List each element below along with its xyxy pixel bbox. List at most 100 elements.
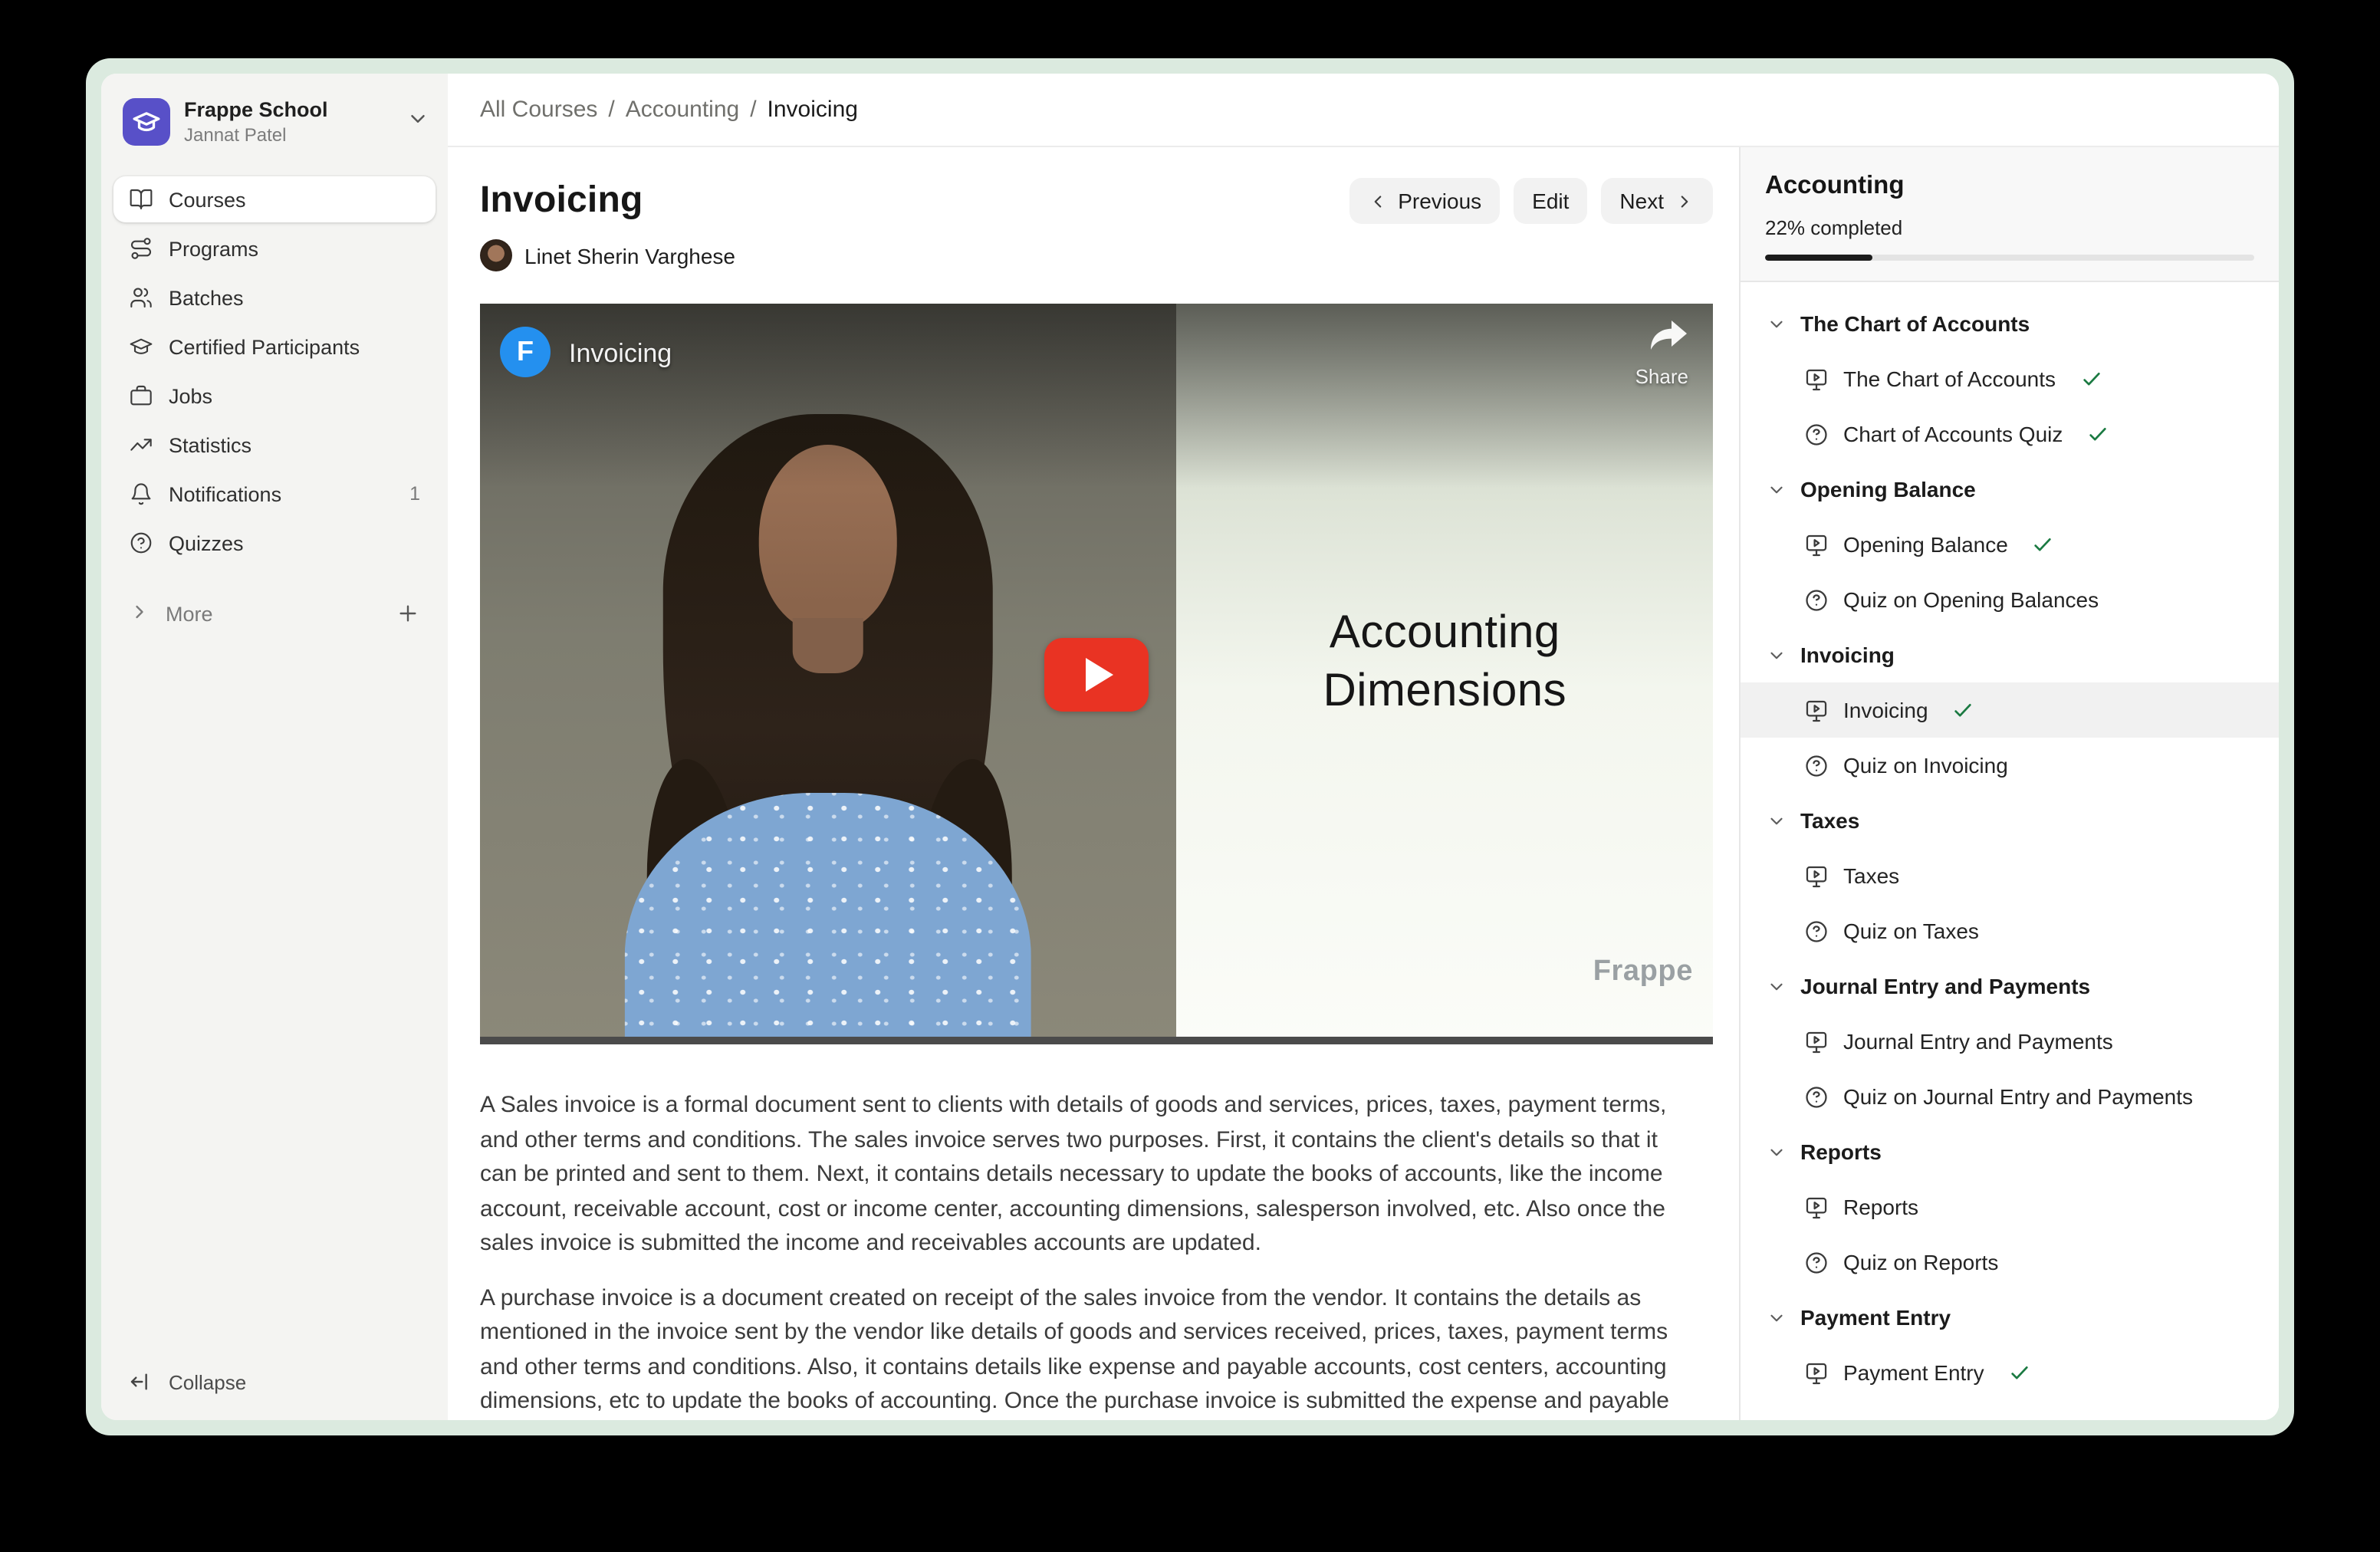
sidebar-item-statistics[interactable]: Statistics <box>113 422 436 468</box>
sidebar-item-label: Batches <box>169 286 244 309</box>
outline-section-title: Reports <box>1800 1139 1882 1164</box>
school-name: Frappe School <box>184 98 393 123</box>
outline-item-label: Payment Entry <box>1843 1360 1984 1385</box>
slide-title: Accounting Dimensions <box>1177 604 1713 721</box>
outline-section-opening-balance[interactable]: Opening Balance <box>1741 462 2279 517</box>
video-timeline[interactable] <box>480 1037 1713 1044</box>
lesson-content: Invoicing Previous Edit <box>448 147 1739 1420</box>
outline-section-invoicing[interactable]: Invoicing <box>1741 627 2279 682</box>
video-top-gradient <box>480 304 1713 488</box>
sidebar-item-label: Jobs <box>169 384 212 407</box>
sidebar-item-label: Notifications <box>169 482 281 505</box>
quiz-icon <box>1803 421 1829 447</box>
outline-item-invoicing[interactable]: Invoicing <box>1741 682 2279 738</box>
outline-item-label: Quiz on Invoicing <box>1843 753 2008 778</box>
video-share-button[interactable]: Share <box>1635 319 1688 388</box>
outline-item-taxes[interactable]: Taxes <box>1741 848 2279 903</box>
course-progress-fill <box>1765 255 1872 261</box>
author-row: Linet Sherin Varghese <box>480 239 1713 271</box>
sidebar-item-programs[interactable]: Programs <box>113 225 436 271</box>
notification-count-badge: 1 <box>409 483 420 505</box>
course-outline-list: The Chart of AccountsThe Chart of Accoun… <box>1741 282 2279 1420</box>
outline-section-reports[interactable]: Reports <box>1741 1124 2279 1179</box>
sidebar-item-batches[interactable]: Batches <box>113 275 436 321</box>
quiz-icon <box>1803 752 1829 778</box>
school-switcher[interactable]: Frappe School Jannat Patel <box>113 86 436 158</box>
chevron-down-icon <box>1767 479 1787 499</box>
outline-item-quiz-on-journal-entry-and-payments[interactable]: Quiz on Journal Entry and Payments <box>1741 1069 2279 1124</box>
outline-section-payment-entry[interactable]: Payment Entry <box>1741 1290 2279 1345</box>
quiz-icon <box>1803 587 1829 613</box>
chevron-down-icon <box>1767 1142 1787 1162</box>
bell-icon <box>129 482 153 506</box>
trending-up-icon <box>129 432 153 457</box>
sidebar-item-label: Quizzes <box>169 531 244 554</box>
outline-item-label: Journal Entry and Payments <box>1843 1029 2113 1054</box>
outline-item-quiz-on-opening-balances[interactable]: Quiz on Opening Balances <box>1741 572 2279 627</box>
video-overlay-title[interactable]: Invoicing <box>569 339 672 370</box>
breadcrumb: All Courses / Accounting / Invoicing <box>448 74 2279 147</box>
sidebar-nav: CoursesPrograms Batches Certified Particip… <box>113 176 436 566</box>
quiz-icon <box>1803 918 1829 944</box>
outline-section-the-chart-of-accounts[interactable]: The Chart of Accounts <box>1741 296 2279 351</box>
outline-item-reports[interactable]: Reports <box>1741 1179 2279 1235</box>
check-icon <box>2031 532 2056 557</box>
lesson-paragraph: A purchase invoice is a document created… <box>480 1281 1679 1419</box>
edit-label: Edit <box>1532 189 1569 213</box>
outline-item-opening-balance[interactable]: Opening Balance <box>1741 517 2279 572</box>
outline-item-label: Quiz on Reports <box>1843 1250 1998 1274</box>
video-channel-avatar[interactable]: F <box>500 327 551 377</box>
lesson-icon <box>1803 697 1829 723</box>
sidebar-item-jobs[interactable]: Jobs <box>113 373 436 419</box>
share-arrow-icon <box>1649 319 1688 353</box>
course-outline-sidebar: Accounting 22% completed The Chart of Ac… <box>1739 147 2279 1420</box>
outline-item-payment-entry[interactable]: Payment Entry <box>1741 1345 2279 1400</box>
collapse-label: Collapse <box>169 1370 246 1393</box>
video-player[interactable]: Accounting Dimensions Frappe F Invoicing <box>480 304 1713 1044</box>
course-outline-header: Accounting 22% completed <box>1741 147 2279 282</box>
chevron-left-icon <box>1367 191 1387 211</box>
sidebar-item-certified-participants[interactable]: Certified Participants <box>113 324 436 370</box>
outline-item-quiz-on-taxes[interactable]: Quiz on Taxes <box>1741 903 2279 958</box>
graduation-cap-icon <box>132 107 161 136</box>
outline-item-label: Quiz on Opening Balances <box>1843 587 2099 612</box>
sidebar-item-quizzes[interactable]: Quizzes <box>113 520 436 566</box>
author-name: Linet Sherin Varghese <box>524 243 735 268</box>
outline-section-title: Payment Entry <box>1800 1305 1951 1330</box>
breadcrumb-all-courses[interactable]: All Courses <box>480 97 597 123</box>
outline-section-title: Opening Balance <box>1800 477 1976 501</box>
play-icon <box>1086 657 1113 691</box>
collapse-sidebar-button[interactable]: Collapse <box>113 1356 436 1408</box>
outline-section-taxes[interactable]: Taxes <box>1741 793 2279 848</box>
next-button[interactable]: Next <box>1601 178 1713 224</box>
chevron-right-icon <box>129 600 150 626</box>
breadcrumb-separator: / <box>739 97 767 123</box>
app-window: Frappe School Jannat Patel CoursesProgra… <box>101 74 2279 1420</box>
lesson-nav-buttons: Previous Edit Next <box>1349 178 1713 224</box>
outline-item-the-chart-of-accounts[interactable]: The Chart of Accounts <box>1741 351 2279 406</box>
outline-item-chart-of-accounts-quiz[interactable]: Chart of Accounts Quiz <box>1741 406 2279 462</box>
lesson-body-text: A Sales invoice is a formal document sen… <box>480 1089 1679 1419</box>
frappe-watermark: Frappe <box>1593 955 1693 989</box>
check-icon <box>2086 422 2110 446</box>
play-button[interactable] <box>1044 637 1149 711</box>
edit-button[interactable]: Edit <box>1514 178 1587 224</box>
lesson-icon <box>1803 1028 1829 1054</box>
breadcrumb-course[interactable]: Accounting <box>626 97 739 123</box>
outline-section-title: Journal Entry and Payments <box>1800 974 2090 998</box>
outline-section-journal-entry-and-payments[interactable]: Journal Entry and Payments <box>1741 958 2279 1014</box>
lesson-icon <box>1803 366 1829 392</box>
outline-item-journal-entry-and-payments[interactable]: Journal Entry and Payments <box>1741 1014 2279 1069</box>
sidebar-item-notifications[interactable]: Notifications 1 <box>113 471 436 517</box>
sidebar-item-courses[interactable]: Courses <box>113 176 436 222</box>
previous-button[interactable]: Previous <box>1349 178 1500 224</box>
lesson-icon <box>1803 863 1829 889</box>
plus-icon[interactable] <box>396 601 420 626</box>
sidebar-item-more[interactable]: More <box>113 590 436 636</box>
chevron-down-icon <box>406 107 429 137</box>
outline-item-quiz-on-invoicing[interactable]: Quiz on Invoicing <box>1741 738 2279 793</box>
breadcrumb-separator: / <box>597 97 625 123</box>
next-label: Next <box>1619 189 1664 213</box>
outline-item-quiz-on-reports[interactable]: Quiz on Reports <box>1741 1235 2279 1290</box>
outline-item-label: Reports <box>1843 1195 1918 1219</box>
